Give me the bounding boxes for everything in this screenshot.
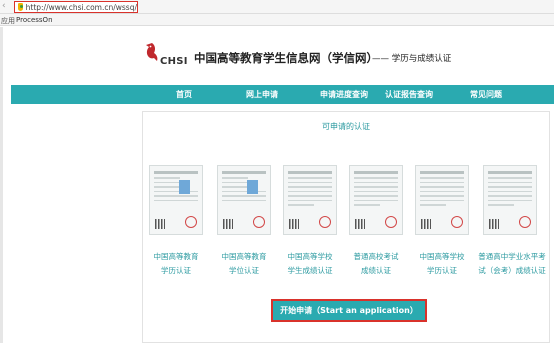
cert-thumbnail-school-record[interactable] [415,165,469,235]
cert-label-education[interactable]: 中国高等教育 学历认证 [141,250,211,278]
seal-icon [451,216,463,228]
qr-code-icon [355,219,365,229]
cert-label-degree[interactable]: 中国高等教育 学位认证 [209,250,279,278]
address-bar: ‹ http://www.chsi.com.cn/wssq/ [0,0,554,14]
page-edge [0,27,3,343]
nav-faq[interactable]: 常见问题 [470,89,502,100]
qr-code-icon [223,219,233,229]
qr-code-icon [289,219,299,229]
seal-icon [253,216,265,228]
site-tagline: —— 学历与成绩认证 [372,54,452,64]
cert-label-school-record[interactable]: 中国高等学校 学历认证 [407,250,477,278]
qr-code-icon [155,219,165,229]
site-title: 中国高等教育学生信息网（学信网） [194,51,378,65]
qr-code-icon [421,219,431,229]
seal-icon [385,216,397,228]
qr-code-icon [489,219,499,229]
logo-text: CHSI [160,56,188,67]
seal-icon [519,216,531,228]
start-application-label: 开始申请（Start an application） [280,306,418,315]
cert-thumbnail-highschool[interactable] [483,165,537,235]
start-application-button[interactable]: 开始申请（Start an application） [271,299,427,322]
cert-label-transcript[interactable]: 中国高等学校 学生成绩认证 [275,250,345,278]
main-nav: 首页 网上申请 申请进度查询 认证报告查询 常见问题 [11,85,554,104]
nav-progress-query[interactable]: 申请进度查询 [320,89,368,100]
cert-label-highschool[interactable]: 普通高中学业水平考 试（会考）成绩认证 [471,250,553,278]
nav-online-apply[interactable]: 网上申请 [246,89,278,100]
bookmarks-bar: 应用 ProcessOn [0,14,554,26]
cert-thumbnail-education[interactable] [149,165,203,235]
nav-report-query[interactable]: 认证报告查询 [385,89,433,100]
photo-icon [179,180,190,194]
certification-panel: 可申请的认证 中国高等教育 学历认证 中国高等教育 学位认证 中国高等学校 学生… [142,111,550,343]
url-field[interactable]: http://www.chsi.com.cn/wssq/ [14,1,138,13]
cert-label-exam-score[interactable]: 普通高校考试 成绩认证 [341,250,411,278]
cert-thumbnail-exam-score[interactable] [349,165,403,235]
cert-thumbnail-transcript[interactable] [283,165,337,235]
seal-icon [185,216,197,228]
back-arrow-icon[interactable]: ‹ [2,1,6,11]
cert-thumbnail-degree[interactable] [217,165,271,235]
panel-title: 可申请的认证 [322,122,370,131]
bookmark-apps[interactable]: 应用 [1,16,15,26]
nav-home[interactable]: 首页 [176,89,192,100]
seal-icon [319,216,331,228]
url-text: http://www.chsi.com.cn/wssq/ [25,2,137,12]
photo-icon [247,180,258,194]
bookmark-processon[interactable]: ProcessOn [16,16,53,24]
security-shield-icon [18,3,23,11]
